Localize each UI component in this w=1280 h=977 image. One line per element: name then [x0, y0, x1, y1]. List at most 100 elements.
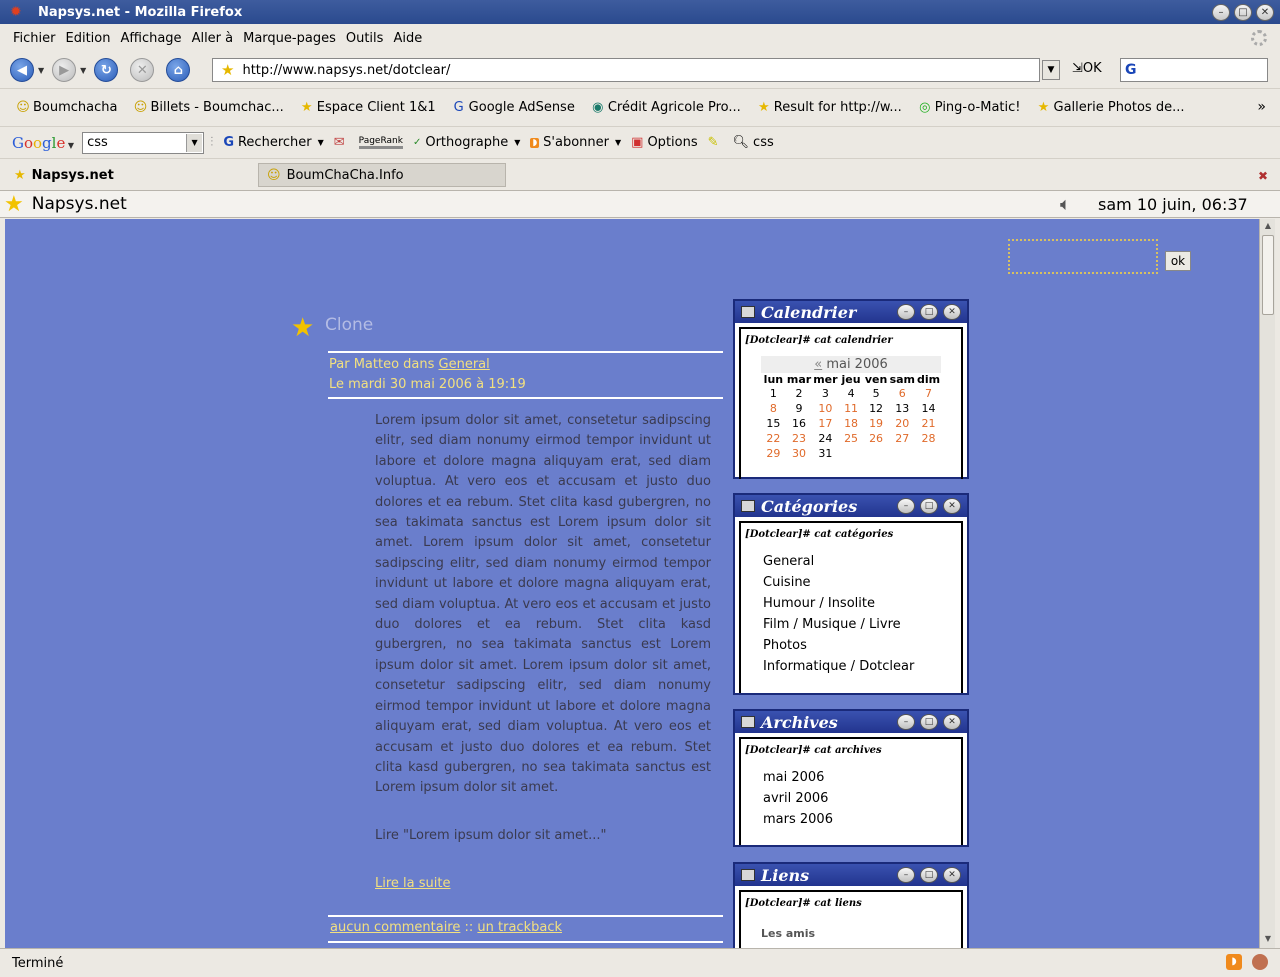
category-link[interactable]: Film / Musique / Livre [763, 617, 957, 638]
calendar-day[interactable]: 11 [839, 401, 864, 416]
menu-affichage[interactable]: Affichage [120, 31, 181, 46]
site-search-input[interactable] [1008, 239, 1158, 274]
category-link[interactable]: Cuisine [763, 575, 957, 596]
google-search-query[interactable]: css [87, 135, 108, 150]
subscribe-button[interactable]: ◗ S'abonner ▼ [530, 135, 621, 150]
forward-history-dropdown-icon[interactable]: ▼ [80, 66, 86, 75]
google-search-dropdown-icon[interactable]: ▼ [186, 133, 203, 152]
menu-aller[interactable]: Aller à [192, 31, 234, 46]
reload-button[interactable]: ↻ [94, 58, 119, 82]
prev-month-link[interactable]: « [814, 357, 822, 372]
home-button[interactable]: ⌂ [166, 58, 191, 82]
menu-outils[interactable]: Outils [346, 31, 384, 46]
options-button[interactable]: ▣ Options [631, 135, 697, 150]
site-search-button[interactable]: ok [1165, 251, 1191, 271]
minimize-icon[interactable]: – [897, 867, 915, 883]
calendar-day[interactable]: 21 [916, 416, 941, 431]
bookmark-item[interactable]: ★ Result for http://w... [757, 100, 902, 115]
tab-boumchacha[interactable]: ☺ BoumChaCha.Info [258, 163, 506, 187]
archive-link[interactable]: mai 2006 [763, 770, 957, 791]
archive-link[interactable]: mars 2006 [763, 812, 957, 833]
close-icon[interactable]: ✕ [943, 498, 961, 514]
search-term-button[interactable]: 🔍︎ css [733, 135, 774, 150]
minimize-button[interactable]: – [1212, 4, 1230, 21]
menu-fichier[interactable]: Fichier [13, 31, 56, 46]
post-category-link[interactable]: General [439, 357, 490, 372]
read-more-link[interactable]: Lire la suite [375, 876, 450, 891]
close-icon[interactable]: ✕ [943, 867, 961, 883]
forward-button[interactable]: ▶ [52, 58, 77, 82]
calendar-day[interactable]: 7 [916, 386, 941, 401]
category-link[interactable]: General [763, 554, 957, 575]
scroll-down-icon[interactable]: ▼ [1262, 934, 1274, 946]
search-engine-box[interactable]: G [1120, 58, 1268, 82]
category-link[interactable]: Humour / Insolite [763, 596, 957, 617]
calendar-day[interactable]: 22 [761, 431, 786, 446]
spellcheck-button[interactable]: ✓ Orthographe ▼ [413, 135, 520, 150]
back-history-dropdown-icon[interactable]: ▼ [38, 66, 44, 75]
menu-marque-pages[interactable]: Marque-pages [243, 31, 336, 46]
maximize-icon[interactable]: □ [920, 498, 938, 514]
calendar-day[interactable]: 28 [916, 431, 941, 446]
comments-link[interactable]: aucun commentaire [330, 920, 460, 935]
rss-feed-icon[interactable]: ◗ [1226, 954, 1242, 970]
bookmark-item[interactable]: G Google AdSense [452, 100, 575, 115]
close-tab-icon[interactable]: ✖ [1258, 169, 1268, 183]
google-logo[interactable]: Google ▼ [12, 134, 74, 152]
post-title[interactable]: Clone [325, 315, 373, 335]
back-button[interactable]: ◀ [10, 58, 34, 82]
calendar-day[interactable]: 30 [786, 446, 812, 461]
calendar-day[interactable]: 26 [864, 431, 889, 446]
bookmark-item[interactable]: ★ Gallerie Photos de... [1037, 100, 1185, 115]
minimize-icon[interactable]: – [897, 714, 915, 730]
tab-napsys[interactable]: ★ Napsys.net [6, 161, 256, 189]
menu-aide[interactable]: Aide [393, 31, 422, 46]
calendar-day[interactable]: 29 [761, 446, 786, 461]
close-button[interactable]: ✕ [1256, 4, 1274, 21]
google-search-button[interactable]: G Rechercher ▼ [223, 135, 323, 150]
calendar-day[interactable]: 8 [761, 401, 786, 416]
more-bookmarks-chevron-icon[interactable]: » [1257, 99, 1266, 115]
minimize-icon[interactable]: – [897, 498, 915, 514]
google-engine-icon[interactable]: G [1125, 62, 1137, 78]
speaker-icon[interactable]: 🔈︎ [1060, 194, 1071, 215]
maximize-icon[interactable]: □ [920, 714, 938, 730]
calendar-day[interactable]: 6 [889, 386, 916, 401]
minimize-icon[interactable]: – [897, 304, 915, 320]
url-history-dropdown-icon[interactable]: ▼ [1042, 60, 1060, 80]
url-text[interactable]: http://www.napsys.net/dotclear/ [242, 63, 450, 78]
calendar-day[interactable]: 17 [812, 416, 838, 431]
url-bar[interactable]: ★ http://www.napsys.net/dotclear/ [212, 58, 1040, 82]
calendar-day[interactable]: 27 [889, 431, 916, 446]
calendar-day[interactable]: 23 [786, 431, 812, 446]
scroll-thumb[interactable] [1262, 235, 1274, 315]
bookmark-item[interactable]: ☺ Boumchacha [16, 100, 117, 115]
bookmark-item[interactable]: ◎ Ping-o-Matic! [918, 100, 1020, 115]
category-link[interactable]: Informatique / Dotclear [763, 659, 957, 680]
greasemonkey-icon[interactable] [1252, 954, 1268, 970]
menu-edition[interactable]: Edition [66, 31, 111, 46]
trackback-link[interactable]: un trackback [477, 920, 562, 935]
calendar-day[interactable]: 10 [812, 401, 838, 416]
bookmark-item[interactable]: ◉ Crédit Agricole Pro... [591, 100, 741, 115]
calendar-day[interactable]: 25 [839, 431, 864, 446]
close-icon[interactable]: ✕ [943, 714, 961, 730]
vertical-scrollbar[interactable]: ▲ ▼ [1259, 219, 1275, 948]
maximize-button[interactable]: □ [1234, 4, 1252, 21]
archive-link[interactable]: avril 2006 [763, 791, 957, 812]
category-link[interactable]: Photos [763, 638, 957, 659]
calendar-day[interactable]: 18 [839, 416, 864, 431]
google-search-input[interactable]: css ▼ [82, 131, 205, 154]
scroll-up-icon[interactable]: ▲ [1262, 221, 1274, 233]
bookmark-item[interactable]: ☺ Billets - Boumchac... [133, 100, 284, 115]
close-icon[interactable]: ✕ [943, 304, 961, 320]
go-button[interactable]: ⇲OK [1072, 61, 1102, 76]
popup-blocker-icon[interactable]: ✉ [334, 135, 349, 150]
stop-button[interactable]: ✕ [130, 58, 155, 82]
bookmark-item[interactable]: ★ Espace Client 1&1 [300, 100, 436, 115]
calendar-day[interactable]: 20 [889, 416, 916, 431]
calendar-day[interactable]: 19 [864, 416, 889, 431]
maximize-icon[interactable]: □ [920, 304, 938, 320]
maximize-icon[interactable]: □ [920, 867, 938, 883]
highlighter-button[interactable]: ✎ [708, 135, 723, 150]
